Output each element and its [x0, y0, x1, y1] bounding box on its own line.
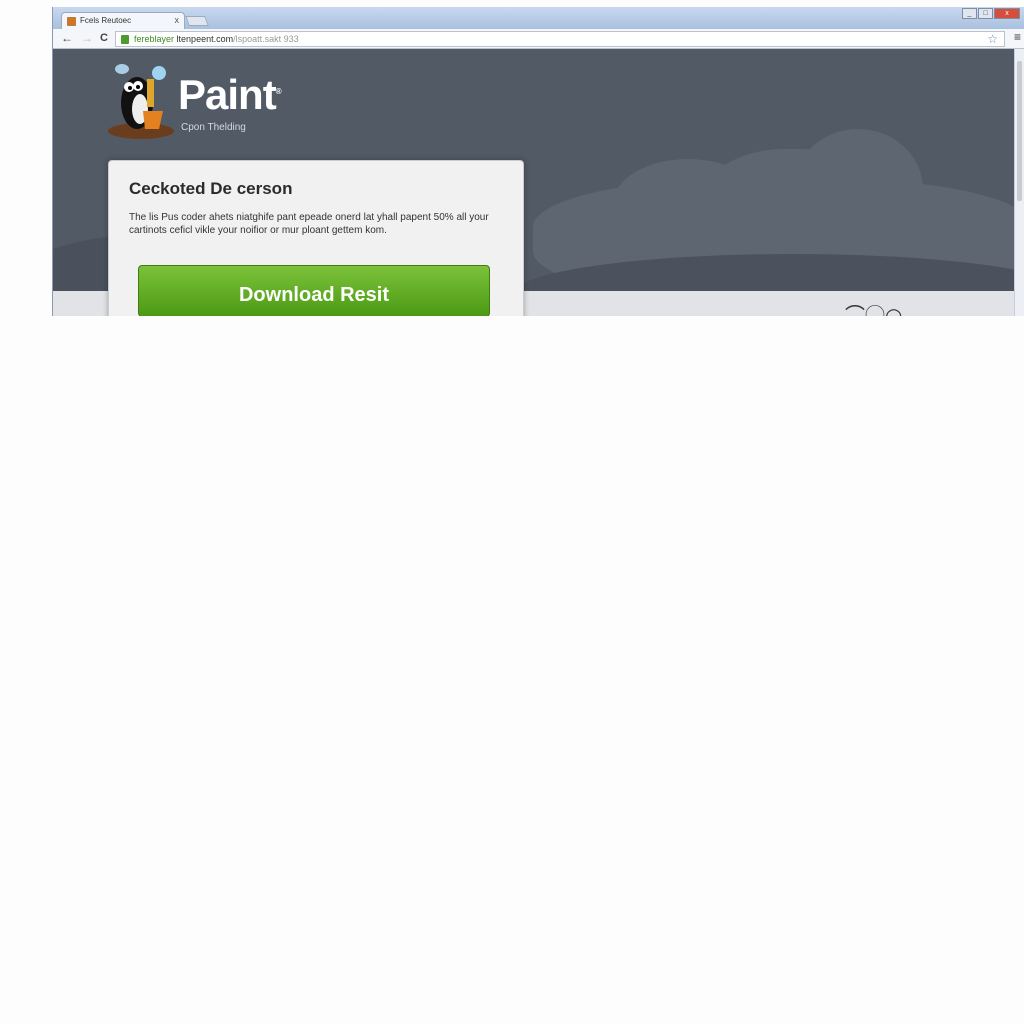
forward-icon[interactable]: →	[81, 31, 93, 45]
close-tab-icon[interactable]: x	[175, 15, 180, 25]
bookmark-star-icon[interactable]: ☆	[987, 32, 998, 46]
download-button[interactable]: Download Resit	[138, 265, 490, 316]
tab-bar: Fcels Reutoec x _ □ x	[53, 7, 1024, 29]
scrollbar[interactable]	[1014, 49, 1024, 316]
close-window-button[interactable]: x	[994, 8, 1020, 19]
back-icon[interactable]: ←	[61, 31, 73, 45]
favicon-icon	[67, 17, 76, 26]
url-scheme: fereblayer	[134, 34, 175, 44]
browser-toolbar: ← → C fereblayer ltenpeent.com/lspoatt.s…	[53, 29, 1024, 49]
url-path: /lspoatt.sakt 933	[233, 34, 299, 44]
browser-tab[interactable]: Fcels Reutoec x	[61, 12, 185, 29]
penguin-logo-icon	[108, 64, 174, 139]
card-title: Ceckoted De cerson	[129, 179, 293, 198]
minimize-button[interactable]: _	[962, 8, 977, 19]
address-bar[interactable]: fereblayer ltenpeent.com/lspoatt.sakt 93…	[115, 31, 1005, 47]
tagline: Cpon Thelding	[181, 122, 246, 133]
reload-icon[interactable]: C	[100, 32, 108, 44]
lock-icon	[121, 35, 129, 44]
partial-graphic: ⌒◯◠	[845, 305, 903, 316]
maximize-button[interactable]: □	[978, 8, 993, 19]
scrollbar-thumb[interactable]	[1017, 61, 1022, 201]
browser-window: Fcels Reutoec x _ □ x ← → C fereblayer l…	[52, 7, 1024, 316]
brand-name: Paint®	[178, 71, 282, 118]
page-hero: Paint® Cpon Thelding Ceckoted De cerson …	[53, 49, 1015, 316]
url-host: ltenpeent.com	[176, 34, 234, 44]
tab-title: Fcels Reutoec	[80, 16, 132, 25]
menu-icon[interactable]: ≡	[1014, 30, 1021, 44]
new-tab-button[interactable]	[185, 16, 209, 26]
download-card: Ceckoted De cerson The lis Pus coder ahe…	[108, 160, 524, 316]
card-description: The lis Pus coder ahets niatghife pant e…	[129, 212, 489, 236]
